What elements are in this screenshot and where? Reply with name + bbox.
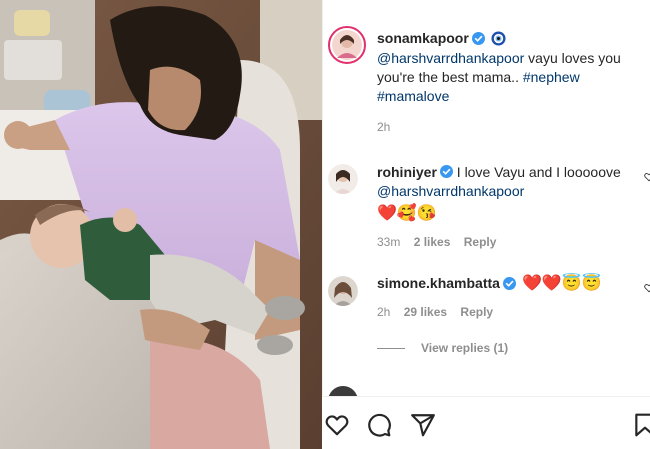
author-username[interactable]: sonamkapoor <box>377 30 469 46</box>
comment-time: 2h <box>377 305 391 319</box>
view-replies-button[interactable]: View replies (1) <box>421 341 508 355</box>
comment-like-heart-icon[interactable] <box>644 171 650 183</box>
comment-mention[interactable]: @harshvarrdhankapoor <box>377 183 524 199</box>
caption-tag-mamalove[interactable]: #mamalove <box>377 88 449 104</box>
evil-eye-icon <box>491 30 506 46</box>
caption-time: 2h <box>377 120 391 134</box>
comment-time: 33m <box>377 235 401 249</box>
comment-username[interactable]: rohiniyer <box>377 164 437 180</box>
comment-likes[interactable]: 2 likes <box>414 235 451 249</box>
caption-mention[interactable]: @harshvarrdhankapoor <box>377 50 524 66</box>
post-caption: sonamkapoor @harshvarrdhankapoor vayu lo… <box>377 30 642 134</box>
heart-icon[interactable] <box>324 412 350 438</box>
reply-button[interactable]: Reply <box>464 235 497 249</box>
caption-tag-nephew[interactable]: #nephew <box>523 69 580 85</box>
comment-emojis: ❤️🥰😘 <box>377 205 437 222</box>
comment-avatar-rohiniyer[interactable] <box>328 164 358 194</box>
post-photo[interactable] <box>0 0 322 449</box>
verified-icon <box>439 165 453 178</box>
comment-icon[interactable] <box>366 412 392 438</box>
comments-panel: sonamkapoor @harshvarrdhankapoor vayu lo… <box>322 0 650 449</box>
comment-text: I love Vayu and I looooove <box>456 164 621 180</box>
comment-emojis: ❤️❤️😇😇 <box>521 275 602 292</box>
comment-avatar-image <box>328 164 358 194</box>
comment-avatar-simone[interactable] <box>328 276 358 306</box>
comment-like-heart-icon[interactable] <box>644 282 650 294</box>
reply-button[interactable]: Reply <box>460 305 493 319</box>
comment-simone: simone.khambatta ❤️❤️😇😇 2h 29 likes Repl… <box>377 274 639 355</box>
panel-divider <box>322 0 323 449</box>
comment-avatar-image <box>328 276 358 306</box>
author-avatar-image <box>332 30 362 60</box>
view-replies-line <box>377 347 405 349</box>
action-bar <box>322 396 650 449</box>
author-avatar[interactable] <box>328 26 366 64</box>
comment-username[interactable]: simone.khambatta <box>377 274 500 293</box>
comment-rohiniyer: rohiniyer I love Vayu and I looooove @ha… <box>377 163 639 249</box>
verified-icon <box>502 277 516 290</box>
share-icon[interactable] <box>410 412 436 438</box>
bookmark-icon[interactable] <box>632 412 650 438</box>
post-photo-image <box>0 0 322 449</box>
verified-icon <box>471 31 485 45</box>
comment-likes[interactable]: 29 likes <box>404 305 447 319</box>
